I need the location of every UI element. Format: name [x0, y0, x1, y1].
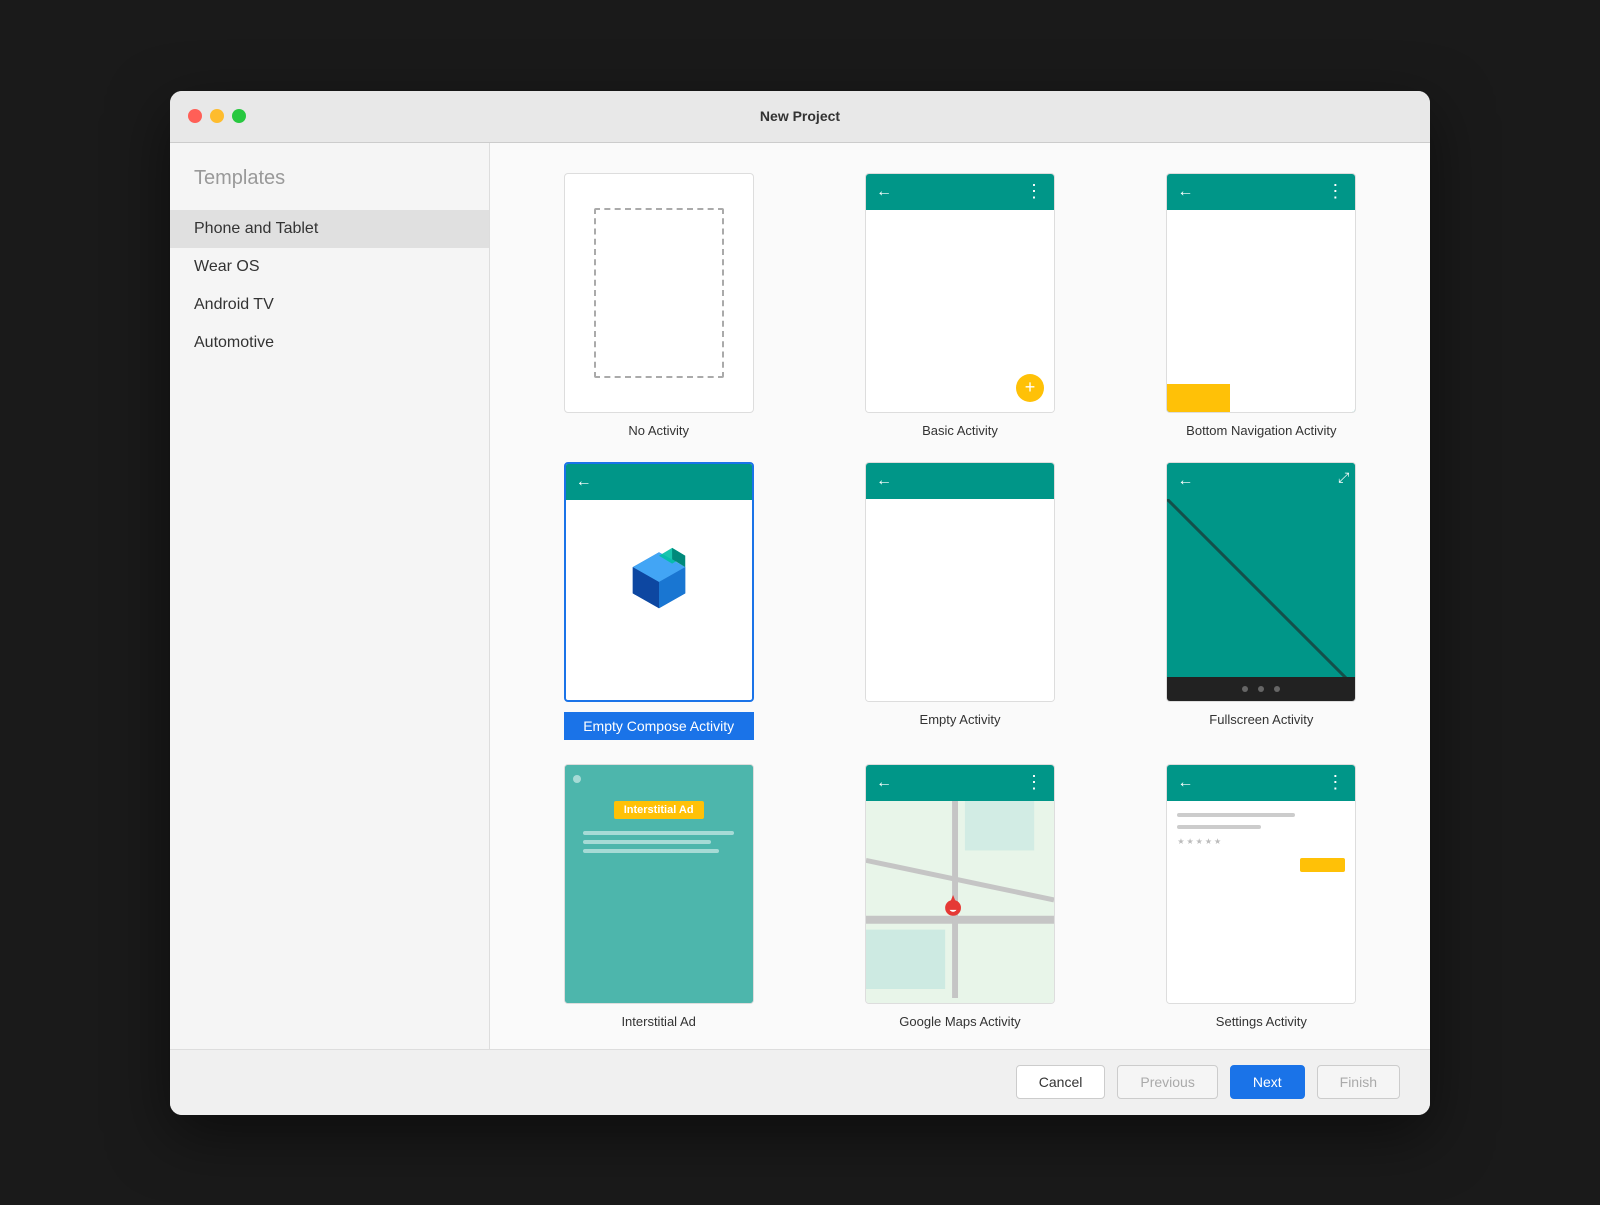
- empty-activity-body: [866, 499, 1054, 701]
- bottom-nav-label: Bottom Navigation Activity: [1186, 423, 1336, 438]
- fab-icon: +: [1016, 374, 1044, 402]
- empty-compose-label: Empty Compose Activity: [564, 712, 754, 740]
- nav-dot-1: [1242, 686, 1248, 692]
- sidebar-item-phone-tablet[interactable]: Phone and Tablet: [170, 210, 489, 248]
- maximize-button[interactable]: [232, 109, 246, 123]
- compose-toolbar: ←: [566, 464, 752, 500]
- template-basic-activity[interactable]: ← ⋮ + Basic Activity: [821, 173, 1098, 438]
- fullscreen-label: Fullscreen Activity: [1209, 712, 1313, 727]
- interstitial-preview-body: Interstitial Ad: [565, 765, 753, 1003]
- cancel-button[interactable]: Cancel: [1016, 1065, 1106, 1099]
- back-arrow-icon-2: ←: [1177, 183, 1193, 201]
- settings-toolbar: ← ⋮: [1167, 765, 1355, 801]
- settings-preview-body: ★★★★★: [1167, 801, 1355, 1003]
- interstitial-line-2: [583, 840, 711, 844]
- settings-label: Settings Activity: [1216, 1014, 1307, 1029]
- sidebar-title: Templates: [170, 167, 489, 210]
- google-maps-label: Google Maps Activity: [899, 1014, 1020, 1029]
- no-activity-label: No Activity: [628, 423, 689, 438]
- basic-activity-body: +: [866, 210, 1054, 412]
- interstitial-dot: [573, 775, 581, 783]
- template-grid-container: No Activity ← ⋮ + Basic Activity: [490, 143, 1430, 1049]
- back-arrow-icon-6: ←: [876, 774, 892, 792]
- bottom-nav-bar: [1167, 384, 1355, 412]
- settings-stars: ★★★★★: [1177, 837, 1345, 846]
- window-controls: [188, 109, 246, 123]
- settings-line-1: [1177, 813, 1295, 817]
- bottom-nav-item-1: [1167, 384, 1230, 412]
- interstitial-line-1: [583, 831, 733, 835]
- interstitial-line-3: [583, 849, 718, 853]
- window-title: New Project: [760, 108, 840, 124]
- main-layout: Templates Phone and Tablet Wear OS Andro…: [170, 143, 1430, 1049]
- new-project-window: New Project Templates Phone and Tablet W…: [170, 91, 1430, 1115]
- nav-dot-3: [1274, 686, 1280, 692]
- next-button[interactable]: Next: [1230, 1065, 1305, 1099]
- fullscreen-toolbar: ← ⤢: [1167, 463, 1355, 499]
- bottom-nav-toolbar: ← ⋮: [1167, 174, 1355, 210]
- template-settings-activity[interactable]: ← ⋮ ★★★★★ Settings Activity: [1123, 764, 1400, 1029]
- template-fullscreen[interactable]: ← ⤢: [1123, 462, 1400, 740]
- map-preview-body: [866, 801, 1054, 1003]
- basic-activity-label: Basic Activity: [922, 423, 998, 438]
- back-arrow-icon-5: ←: [1177, 472, 1193, 490]
- templates-grid: No Activity ← ⋮ + Basic Activity: [520, 173, 1400, 1029]
- more-options-icon-7: ⋮: [1326, 772, 1345, 793]
- sidebar: Templates Phone and Tablet Wear OS Andro…: [170, 143, 490, 1049]
- back-arrow-icon: ←: [876, 183, 892, 201]
- titlebar: New Project: [170, 91, 1430, 143]
- template-interstitial-ad[interactable]: Interstitial Ad Interstitial Ad: [520, 764, 797, 1029]
- bottom-nav-item-2: [1230, 384, 1293, 412]
- sidebar-item-wear-os[interactable]: Wear OS: [170, 248, 489, 286]
- close-button[interactable]: [188, 109, 202, 123]
- fullscreen-bottom-bar: [1167, 677, 1355, 701]
- more-options-icon-2: ⋮: [1326, 181, 1345, 202]
- fullscreen-preview-body: ← ⤢: [1167, 463, 1355, 677]
- back-arrow-icon-3: ←: [576, 473, 592, 491]
- basic-activity-toolbar: ← ⋮: [866, 174, 1054, 210]
- interstitial-badge: Interstitial Ad: [614, 801, 704, 819]
- template-empty-compose[interactable]: ← Empty: [520, 462, 797, 740]
- bottom-nav-body: [1167, 210, 1355, 384]
- no-activity-preview-image: [594, 208, 724, 378]
- nav-dot-2: [1258, 686, 1264, 692]
- more-options-icon: ⋮: [1025, 181, 1044, 202]
- compose-logo: [624, 543, 694, 613]
- template-no-activity[interactable]: No Activity: [520, 173, 797, 438]
- settings-yellow-btn: [1300, 858, 1345, 872]
- minimize-button[interactable]: [210, 109, 224, 123]
- back-arrow-icon-4: ←: [876, 472, 892, 490]
- previous-button[interactable]: Previous: [1117, 1065, 1217, 1099]
- empty-activity-toolbar: ←: [866, 463, 1054, 499]
- maps-toolbar: ← ⋮: [866, 765, 1054, 801]
- sidebar-item-automotive[interactable]: Automotive: [170, 324, 489, 362]
- bottom-nav-item-3: [1293, 384, 1356, 412]
- more-options-icon-6: ⋮: [1025, 772, 1044, 793]
- empty-activity-label: Empty Activity: [920, 712, 1001, 727]
- sidebar-item-android-tv[interactable]: Android TV: [170, 286, 489, 324]
- template-bottom-navigation[interactable]: ← ⋮ Bottom Navigation Activity: [1123, 173, 1400, 438]
- interstitial-text-lines: [583, 831, 733, 853]
- finish-button[interactable]: Finish: [1317, 1065, 1400, 1099]
- expand-icon: ⤢: [1338, 469, 1349, 486]
- interstitial-label: Interstitial Ad: [621, 1014, 695, 1029]
- dialog-footer: Cancel Previous Next Finish: [170, 1049, 1430, 1115]
- fullscreen-diagonal-svg: [1167, 499, 1355, 677]
- template-empty-activity[interactable]: ← Empty Activity: [821, 462, 1098, 740]
- settings-line-2: [1177, 825, 1261, 829]
- back-arrow-icon-7: ←: [1177, 774, 1193, 792]
- map-roads-svg: [866, 801, 1054, 999]
- template-google-maps[interactable]: ← ⋮: [821, 764, 1098, 1029]
